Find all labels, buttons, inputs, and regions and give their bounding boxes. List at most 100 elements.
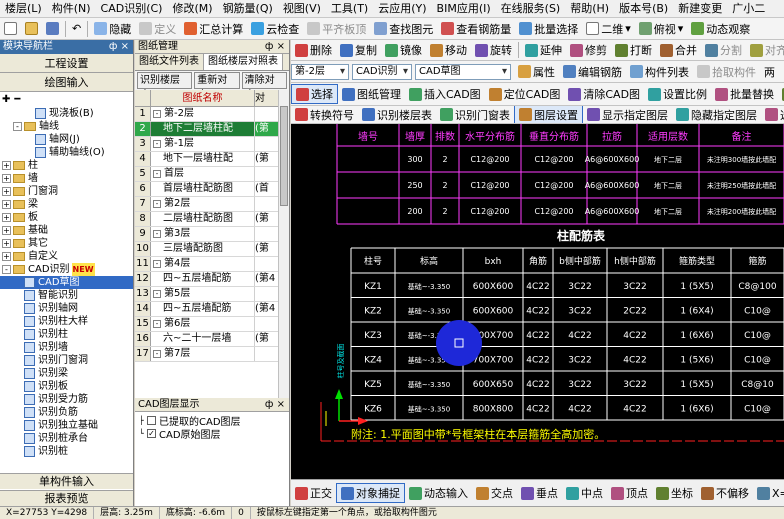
collapse-icon[interactable]: - xyxy=(153,290,161,298)
collapse-all-icon[interactable]: ━ xyxy=(14,94,20,105)
pin-close-icons[interactable]: ф × xyxy=(109,40,133,54)
menu-item-version[interactable]: 版本号(B) xyxy=(614,0,673,17)
flat-top-button[interactable]: 平齐板顶 xyxy=(303,19,370,39)
perpendicular-button[interactable]: 垂点 xyxy=(517,483,562,503)
x-value-button[interactable]: X= xyxy=(753,483,784,503)
tree-item[interactable]: + 墙 xyxy=(0,172,133,185)
project-settings-button[interactable]: 工程设置 xyxy=(0,54,133,73)
collapse-icon[interactable]: - xyxy=(153,230,161,238)
split-button[interactable]: 分割 xyxy=(701,40,746,60)
menu-item-floor[interactable]: 楼层(L) xyxy=(0,0,47,17)
expand-all-icon[interactable]: ✚ xyxy=(2,94,10,105)
draft-select[interactable]: CAD草图 ▾ xyxy=(415,63,511,80)
ortho-button[interactable]: 正交 xyxy=(291,483,336,503)
expand-icon[interactable]: + xyxy=(2,252,11,261)
collapse-icon[interactable]: - xyxy=(2,265,11,274)
vertex-button[interactable]: 顶点 xyxy=(607,483,652,503)
tree-item[interactable]: + 门窗洞 xyxy=(0,185,133,198)
tree-item[interactable]: 识别轴网 xyxy=(0,302,133,315)
menu-item-cad-recognize[interactable]: CAD识别(C) xyxy=(96,0,168,17)
find-element-button[interactable]: 查找图元 xyxy=(370,19,437,39)
menu-item-rebar-qty[interactable]: 钢筋量(Q) xyxy=(218,0,278,17)
move-button[interactable]: 移动 xyxy=(426,40,471,60)
collapse-icon[interactable]: - xyxy=(153,110,161,118)
set-scale-button[interactable]: 设置比例 xyxy=(644,84,711,104)
tree-item[interactable]: 识别门窗洞 xyxy=(0,354,133,367)
remap-button[interactable]: 重新对应 xyxy=(194,72,240,101)
view-mode-button[interactable]: 二维 ▾ xyxy=(582,19,635,39)
tree-item[interactable]: 智能识别 xyxy=(0,289,133,302)
menu-item-assistant[interactable]: 广小二 xyxy=(727,0,770,17)
expand-icon[interactable]: + xyxy=(2,200,11,209)
menu-item-bim[interactable]: BIM应用(I) xyxy=(432,0,496,17)
tab-drawing-floor-map[interactable]: 图纸楼层对照表 xyxy=(204,54,283,70)
pin-close-icons[interactable]: ф × xyxy=(265,40,289,53)
table-row[interactable]: 12 四~五层墙配筋 (第4 xyxy=(135,272,278,287)
pick-component-button[interactable]: 拾取构件 xyxy=(693,62,760,82)
collapse-icon[interactable]: - xyxy=(153,200,161,208)
tree-item[interactable]: 识别受力筋 xyxy=(0,393,133,406)
tree-item[interactable]: 识别板 xyxy=(0,380,133,393)
define-button[interactable]: 定义 xyxy=(135,19,180,39)
align-button[interactable]: 对齐 xyxy=(746,40,784,60)
break-button[interactable]: 打断 xyxy=(611,40,656,60)
floor-select[interactable]: 第-2层 ▾ xyxy=(291,63,349,80)
batch-replace-button[interactable]: 批量替换 xyxy=(711,84,778,104)
layer-checkbox[interactable]: ✓ xyxy=(147,429,156,438)
drawing-manager-button[interactable]: 图纸管理 xyxy=(338,84,405,104)
table-row[interactable]: 14 四~五层墙配筋 (第4 xyxy=(135,302,278,317)
report-preview-button[interactable]: 报表预览 xyxy=(0,490,133,506)
tree-item[interactable]: 识别柱大样 xyxy=(0,315,133,328)
table-row[interactable]: 13- 第5层 xyxy=(135,287,278,302)
tree-item[interactable]: 识别桩 xyxy=(0,445,133,458)
table-row[interactable]: 2 地下二层墙柱配 (第 xyxy=(135,122,278,137)
table-row[interactable]: 7- 第2层 xyxy=(135,197,278,212)
tree-item[interactable]: 识别墙 xyxy=(0,341,133,354)
tree-item[interactable]: + 板 xyxy=(0,211,133,224)
sum-calc-button[interactable]: 汇总计算 xyxy=(180,19,247,39)
properties-button[interactable]: 属性 xyxy=(514,62,559,82)
table-row[interactable]: 4 地下一层墙柱配 (第 xyxy=(135,152,278,167)
table-row[interactable]: 9- 第3层 xyxy=(135,227,278,242)
hide-button[interactable]: 隐藏 xyxy=(90,19,135,39)
pin-close-icons[interactable]: ф × xyxy=(265,398,289,411)
vertical-scrollbar[interactable] xyxy=(278,90,289,415)
table-row[interactable]: 11- 第4层 xyxy=(135,257,278,272)
tree-item[interactable]: + 其它 xyxy=(0,237,133,250)
merge-button[interactable]: 合并 xyxy=(656,40,701,60)
tree-item[interactable]: + 自定义 xyxy=(0,250,133,263)
collapse-icon[interactable]: - xyxy=(153,350,161,358)
view-angle-button[interactable]: 俯视 ▾ xyxy=(635,19,688,39)
tree-item[interactable]: + 基础 xyxy=(0,224,133,237)
menu-item-help[interactable]: 帮助(H) xyxy=(565,0,614,17)
rotate-button[interactable]: 旋转 xyxy=(471,40,516,60)
expand-icon[interactable]: + xyxy=(2,239,11,248)
menu-item-cloud[interactable]: 云应用(Y) xyxy=(373,0,431,17)
expand-icon[interactable]: + xyxy=(2,213,11,222)
tree-item[interactable]: 辅助轴线(O) xyxy=(0,146,133,159)
collapse-icon[interactable]: - xyxy=(153,260,161,268)
tree-item[interactable]: 现浇板(B) xyxy=(0,107,133,120)
tree-item[interactable]: 识别桩承台 xyxy=(0,432,133,445)
single-component-input-button[interactable]: 单构件输入 xyxy=(0,473,133,489)
menu-item-tools[interactable]: 工具(T) xyxy=(326,0,373,17)
insert-cad-button[interactable]: 插入CAD图 xyxy=(405,84,485,104)
coordinate-button[interactable]: 坐标 xyxy=(652,483,697,503)
view-rebar-button[interactable]: 查看钢筋量 xyxy=(437,19,515,39)
tree-item[interactable]: 识别独立基础 xyxy=(0,419,133,432)
trim-button[interactable]: 修剪 xyxy=(566,40,611,60)
clear-cad-button[interactable]: 清除CAD图 xyxy=(564,84,644,104)
clear-map-button[interactable]: 清除对应 xyxy=(241,72,288,101)
menu-item-online[interactable]: 在线服务(S) xyxy=(496,0,566,17)
collapse-icon[interactable]: - xyxy=(153,170,161,178)
collapse-icon[interactable]: - xyxy=(153,320,161,328)
tab-drawing-file-list[interactable]: 图纸文件列表 xyxy=(135,54,204,70)
table-row[interactable]: 16 六~二十一层墙 (第 xyxy=(135,332,278,347)
drawing-input-button[interactable]: 绘图输入 xyxy=(0,73,133,92)
table-row[interactable]: 5- 首层 xyxy=(135,167,278,182)
save-button[interactable] xyxy=(42,19,63,39)
table-row[interactable]: 10 三层墙配筋图 (第 xyxy=(135,242,278,257)
tree-item[interactable]: - CAD识别 NEW xyxy=(0,263,133,276)
tree-item[interactable]: + 梁 xyxy=(0,198,133,211)
tree-item[interactable]: - 轴线 xyxy=(0,120,133,133)
